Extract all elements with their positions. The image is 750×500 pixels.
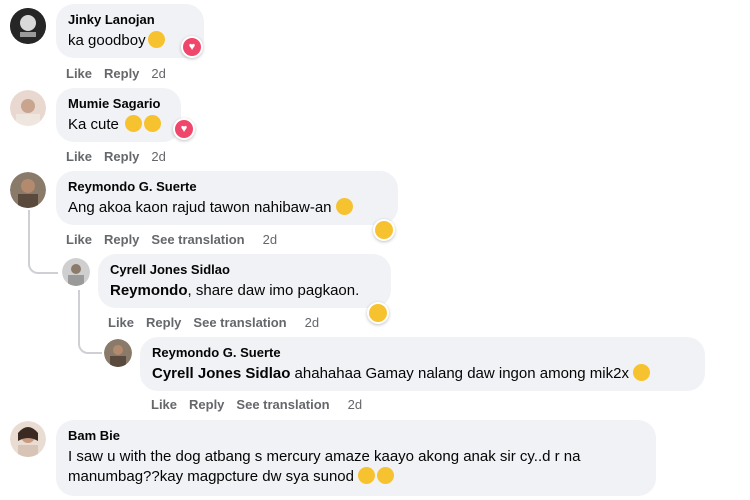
grinning-face-icon [377, 467, 394, 484]
haha-react-icon[interactable] [373, 219, 395, 241]
rofl-face-icon [358, 467, 375, 484]
timestamp[interactable]: 2d [263, 232, 277, 247]
comment-bubble: Mumie Sagario Ka cute [56, 88, 181, 142]
comment-author[interactable]: Jinky Lanojan [68, 12, 192, 28]
avatar[interactable] [10, 421, 46, 457]
reply-button[interactable]: Reply [146, 315, 181, 330]
comment-actions: Like Reply 2d [66, 149, 166, 164]
avatar[interactable] [10, 172, 46, 208]
reply-button[interactable]: Reply [104, 232, 139, 247]
comment-bubble: Cyrell Jones Sidlao Reymondo, share daw … [98, 254, 391, 308]
laughing-face-icon [632, 364, 650, 381]
comment-author[interactable]: Mumie Sagario [68, 96, 169, 112]
mention-link[interactable]: Reymondo [110, 282, 188, 299]
laughing-face-icon [335, 198, 353, 215]
comment-author[interactable]: Bam Bie [68, 428, 644, 444]
see-translation-button[interactable]: See translation [193, 315, 286, 330]
comment-author[interactable]: Reymondo G. Suerte [68, 179, 386, 195]
see-translation-button[interactable]: See translation [151, 232, 244, 247]
heart-react-icon[interactable]: ♥ [181, 36, 203, 58]
see-translation-button[interactable]: See translation [236, 397, 329, 412]
comment-bubble: Reymondo G. Suerte Ang akoa kaon rajud t… [56, 171, 398, 225]
comment-author[interactable]: Cyrell Jones Sidlao [110, 262, 379, 278]
reply-button[interactable]: Reply [104, 149, 139, 164]
comment-text: Cyrell Jones Sidlao ahahahaa Gamay nalan… [152, 364, 693, 384]
comment-actions: Like Reply See translation 2d [151, 397, 362, 412]
reply-button[interactable]: Reply [104, 66, 139, 81]
comment-actions: Like Reply See translation 2d [66, 232, 277, 247]
comment-text: Ka cute [68, 115, 169, 135]
comment-text: I saw u with the dog atbang s mercury am… [68, 448, 581, 465]
timestamp[interactable]: 2d [151, 66, 165, 81]
like-button[interactable]: Like [66, 149, 92, 164]
comment-text: Ang akoa kaon rajud tawon nahibaw-an [68, 198, 386, 218]
comment-text: ka goodboy [68, 31, 192, 51]
avatar[interactable] [62, 258, 90, 286]
like-button[interactable]: Like [108, 315, 134, 330]
laughing-face-icon [369, 304, 387, 322]
timestamp[interactable]: 2d [151, 149, 165, 164]
thread-line [28, 250, 58, 274]
timestamp[interactable]: 2d [305, 315, 319, 330]
heart-eyes-face-icon [124, 115, 142, 132]
like-button[interactable]: Like [66, 66, 92, 81]
comment-text: manumbag??kay magpcture dw sya sunod [68, 467, 644, 487]
heart-eyes-face-icon [143, 115, 161, 132]
heart-react-icon[interactable]: ♥ [173, 118, 195, 140]
thread-line [78, 332, 102, 354]
comment-text: Reymondo, share daw imo pagkaon. [110, 282, 360, 299]
avatar[interactable] [10, 90, 46, 126]
laughing-face-icon [375, 221, 393, 239]
smiling-face-icon [147, 31, 165, 48]
haha-react-icon[interactable] [367, 302, 389, 324]
avatar[interactable] [104, 339, 132, 367]
timestamp[interactable]: 2d [348, 397, 362, 412]
comment-author[interactable]: Reymondo G. Suerte [152, 345, 693, 361]
reply-button[interactable]: Reply [189, 397, 224, 412]
like-button[interactable]: Like [66, 232, 92, 247]
comment-actions: Like Reply 2d [66, 66, 166, 81]
like-button[interactable]: Like [151, 397, 177, 412]
comment-bubble: Reymondo G. Suerte Cyrell Jones Sidlao a… [140, 337, 705, 391]
avatar[interactable] [10, 8, 46, 44]
mention-link[interactable]: Cyrell Jones Sidlao [152, 365, 290, 382]
comment-actions: Like Reply See translation 2d [108, 315, 319, 330]
comment-bubble: Bam Bie I saw u with the dog atbang s me… [56, 420, 656, 496]
